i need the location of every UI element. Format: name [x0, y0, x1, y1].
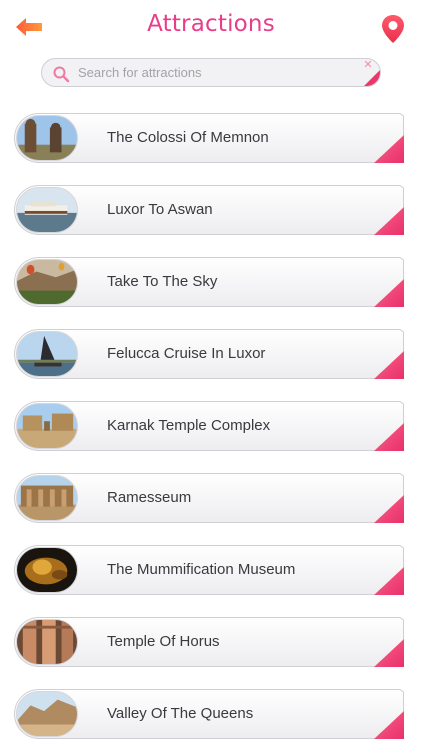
- list-item-ramesseum[interactable]: Ramesseum: [14, 473, 404, 523]
- corner-triangle-icon: [374, 495, 404, 523]
- list-item-karnak-temple[interactable]: Karnak Temple Complex: [14, 401, 404, 451]
- list-item-label: Luxor To Aswan: [107, 201, 213, 218]
- search-corner-decoration: [364, 70, 380, 86]
- list-item-temple-of-horus[interactable]: Temple Of Horus: [14, 617, 404, 667]
- thumbnail-image: [16, 619, 78, 665]
- list-item-valley-of-the-queens[interactable]: Valley Of The Queens: [14, 689, 404, 739]
- list-item-label: Felucca Cruise In Luxor: [107, 345, 266, 362]
- search-bar[interactable]: ✕: [41, 58, 381, 87]
- list-item-mummification-museum[interactable]: The Mummification Museum: [14, 545, 404, 595]
- list-item-luxor-to-aswan[interactable]: Luxor To Aswan: [14, 185, 404, 235]
- corner-triangle-icon: [374, 351, 404, 379]
- thumbnail-image: [16, 115, 78, 161]
- list-item-label: The Mummification Museum: [107, 561, 296, 578]
- thumbnail-image: [16, 547, 78, 593]
- thumbnail-image: [16, 187, 78, 233]
- list-item-label: Temple Of Horus: [107, 633, 220, 650]
- header-bar: Attractions: [0, 0, 422, 52]
- corner-triangle-icon: [374, 711, 404, 739]
- location-button[interactable]: [380, 14, 406, 44]
- thumbnail-image: [16, 403, 78, 449]
- list-item-label: Take To The Sky: [107, 273, 218, 290]
- thumbnail-image: [16, 259, 78, 305]
- search-input[interactable]: [78, 59, 358, 86]
- list-item-label: The Colossi Of Memnon: [107, 129, 269, 146]
- corner-triangle-icon: [374, 135, 404, 163]
- corner-triangle-icon: [374, 639, 404, 667]
- map-pin-icon: [382, 15, 404, 43]
- list-item-label: Ramesseum: [107, 489, 192, 506]
- list-item-label: Karnak Temple Complex: [107, 417, 271, 434]
- list-item-felucca-cruise[interactable]: Felucca Cruise In Luxor: [14, 329, 404, 379]
- thumbnail-image: [16, 331, 78, 377]
- list-item-label: Valley Of The Queens: [107, 705, 254, 722]
- thumbnail-image: [16, 475, 78, 521]
- corner-triangle-icon: [374, 279, 404, 307]
- list-item-take-to-the-sky[interactable]: Take To The Sky: [14, 257, 404, 307]
- corner-triangle-icon: [374, 567, 404, 595]
- corner-triangle-icon: [374, 207, 404, 235]
- corner-triangle-icon: [374, 423, 404, 451]
- list-item-colossi-of-memnon[interactable]: The Colossi Of Memnon: [14, 113, 404, 163]
- search-icon: [53, 66, 70, 83]
- thumbnail-image: [16, 691, 78, 737]
- page-title: Attractions: [147, 11, 275, 37]
